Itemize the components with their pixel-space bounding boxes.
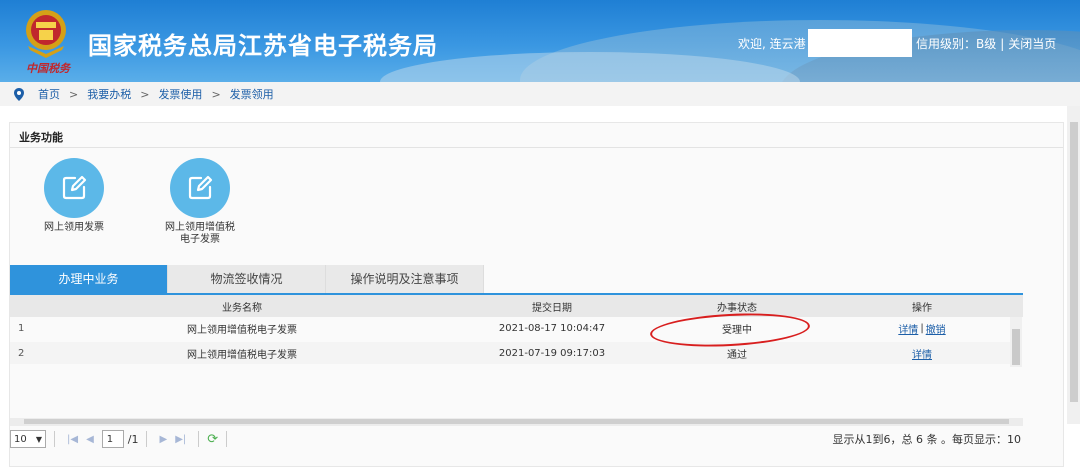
credit-level: 信用级别：B级 xyxy=(916,37,997,51)
cell-actions: 详情 | 撤销 xyxy=(898,321,946,336)
breadcrumb-invoice-use[interactable]: 发票使用 xyxy=(158,86,202,102)
page-scrollbar[interactable] xyxy=(1067,106,1080,424)
table-scrollbar[interactable] xyxy=(1010,317,1022,367)
tab-instructions[interactable]: 操作说明及注意事项 xyxy=(326,265,484,294)
welcome-text: 欢迎, 连云港 xyxy=(738,37,806,51)
divider xyxy=(54,431,55,447)
header-user-info: 信用级别：B级 | 关闭当页 xyxy=(916,37,1057,51)
scrollbar-thumb[interactable] xyxy=(1070,122,1078,402)
cell-name: 网上领用增值税电子发票 xyxy=(187,324,297,336)
next-page-icon[interactable]: ▶ xyxy=(159,434,167,445)
cell-date: 2021-07-19 09:17:03 xyxy=(498,347,606,359)
function-online-invoice[interactable]: 网上领用发票 xyxy=(38,158,110,234)
col-header-actions: 操作 xyxy=(912,302,932,314)
scrollbar-thumb[interactable] xyxy=(1012,329,1020,365)
edit-icon xyxy=(44,158,104,218)
cell-actions: 详情 xyxy=(822,342,1022,364)
breadcrumb-home[interactable]: 首页 xyxy=(38,86,60,102)
breadcrumb-separator: > xyxy=(140,87,150,101)
function-label: 网上领用增值税电子发票 xyxy=(165,222,235,245)
revoke-link[interactable]: 撤销 xyxy=(926,321,946,336)
page-size-select[interactable]: 10 ▼ xyxy=(10,430,46,448)
header-banner: 中国税务 国家税务总局江苏省电子税务局 欢迎, 连云港 信用级别：B级 | 关闭当页 xyxy=(0,0,1080,82)
horizontal-scrollbar[interactable] xyxy=(10,418,1023,426)
divider xyxy=(146,431,148,447)
breadcrumb-separator: > xyxy=(69,87,79,101)
breadcrumb: 首页 > 我要办税 > 发票使用 > 发票领用 xyxy=(0,82,1080,106)
pager-info: 显示从1到6，总 6 条 。每页显示：10 xyxy=(832,433,1021,446)
cell-date: 2021-08-17 10:04:47 xyxy=(498,322,606,334)
total-pages: /1 xyxy=(127,432,139,446)
function-label: 网上领用发票 xyxy=(44,222,104,233)
breadcrumb-separator: > xyxy=(211,87,221,101)
divider xyxy=(198,431,200,447)
location-pin-icon xyxy=(14,87,24,101)
first-page-icon[interactable]: |◀ xyxy=(67,434,78,445)
function-online-vat-e-invoice[interactable]: 网上领用增值税电子发票 xyxy=(161,158,239,246)
cell-name: 网上领用增值税电子发票 xyxy=(187,349,297,361)
col-header-date: 提交日期 xyxy=(532,302,572,314)
detail-link[interactable]: 详情 xyxy=(898,321,918,336)
tab-logistics[interactable]: 物流签收情况 xyxy=(168,265,326,294)
prev-page-icon[interactable]: ◀ xyxy=(86,434,94,445)
tax-emblem-icon xyxy=(26,10,66,58)
logo-subtext: 中国税务 xyxy=(26,62,70,75)
scrollbar-thumb[interactable] xyxy=(24,419,1009,424)
divider xyxy=(226,431,228,447)
tab-in-progress[interactable]: 办理中业务 xyxy=(10,265,168,294)
table-row: 2 网上领用增值税电子发票 2021-07-19 09:17:03 通过 详情 xyxy=(10,342,1010,364)
last-page-icon[interactable]: ▶| xyxy=(175,434,186,445)
table-row: 1 网上领用增值税电子发票 2021-08-17 10:04:47 受理中 详情… xyxy=(10,317,1010,339)
page-size-value: 10 xyxy=(14,433,27,445)
tab-bar: 办理中业务 物流签收情况 操作说明及注意事项 xyxy=(10,265,484,294)
section-title: 业务功能 xyxy=(19,131,63,144)
close-page-link[interactable]: 关闭当页 xyxy=(1008,37,1056,51)
col-header-name: 业务名称 xyxy=(222,302,262,314)
table-header: 业务名称 提交日期 办事状态 操作 xyxy=(10,295,1023,317)
detail-link[interactable]: 详情 xyxy=(912,346,932,361)
edit-icon xyxy=(170,158,230,218)
chevron-down-icon: ▼ xyxy=(35,434,42,444)
refresh-icon[interactable]: ⟳ xyxy=(207,432,218,447)
pagination-bar: 10 ▼ |◀ ◀ 1 /1 ▶ ▶| ⟳ 显示从1到6，总 6 条 。每页显示… xyxy=(10,428,1023,450)
breadcrumb-tax-service[interactable]: 我要办税 xyxy=(87,86,131,102)
page-title: 国家税务总局江苏省电子税务局 xyxy=(88,32,438,60)
divider xyxy=(10,147,1063,148)
breadcrumb-invoice-claim[interactable]: 发票领用 xyxy=(230,86,274,102)
redacted-name xyxy=(808,29,912,57)
row-number: 2 xyxy=(18,347,25,359)
page-number-input[interactable]: 1 xyxy=(101,430,124,448)
row-number: 1 xyxy=(18,322,25,334)
